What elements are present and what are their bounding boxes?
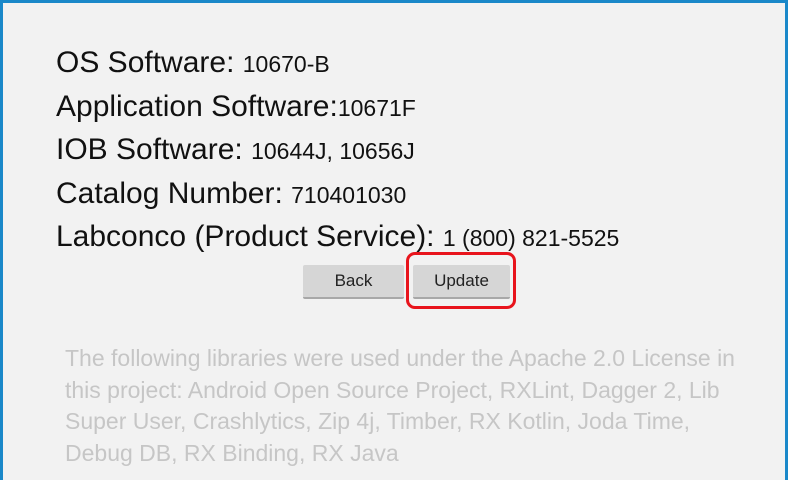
product-service-label: Labconco (Product Service): bbox=[56, 220, 443, 253]
iob-software-label: IOB Software: bbox=[56, 133, 252, 166]
update-button[interactable]: Update bbox=[413, 265, 510, 299]
about-dialog: OS Software: 10670-B Application Softwar… bbox=[0, 0, 788, 480]
os-software-label: OS Software: bbox=[56, 46, 243, 79]
os-software-row: OS Software: 10670-B bbox=[56, 41, 619, 85]
product-service-phone: 1 (800) 821-5525 bbox=[442, 225, 620, 251]
iob-software-row: IOB Software: 10644J, 10656J bbox=[56, 128, 619, 172]
catalog-number-value: 710401030 bbox=[291, 181, 407, 208]
catalog-number-label: Catalog Number: bbox=[56, 176, 292, 210]
software-info: OS Software: 10670-B Application Softwar… bbox=[56, 41, 619, 259]
catalog-number-row: Catalog Number: 710401030 bbox=[56, 172, 619, 216]
back-button[interactable]: Back bbox=[303, 265, 404, 299]
os-software-value: 10670-B bbox=[242, 51, 330, 77]
application-software-label: Application Software: bbox=[56, 89, 338, 123]
application-software-value: 10671F bbox=[337, 94, 416, 121]
license-text: The following libraries were used under … bbox=[65, 345, 735, 466]
iob-software-value: 10644J, 10656J bbox=[251, 138, 415, 164]
application-software-row: Application Software:10671F bbox=[56, 85, 619, 129]
product-service-row: Labconco (Product Service): 1 (800) 821-… bbox=[56, 215, 619, 259]
